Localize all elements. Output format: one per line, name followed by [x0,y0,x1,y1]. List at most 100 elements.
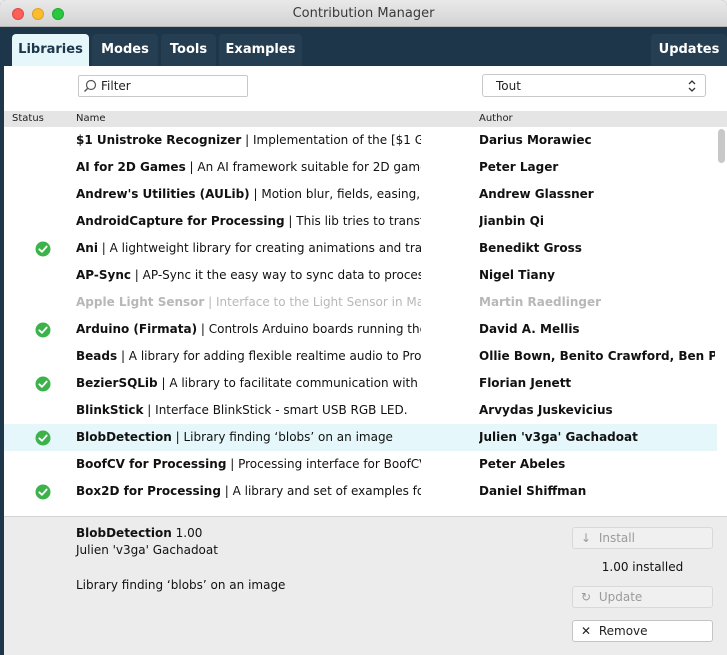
library-name: BlobDetection [76,430,172,444]
contribution-manager-window: Contribution Manager Libraries Modes Too… [0,0,727,655]
library-name-cell: Box2D for Processing | A library and set… [76,484,421,498]
library-author: Florian Jenett [479,376,572,390]
library-name: Box2D for Processing [76,484,221,498]
check-circle-icon [35,430,51,446]
update-button[interactable]: ↻ Update [572,586,713,608]
library-description: | Library finding ‘blobs’ on an image [171,430,393,444]
tab-bar: Libraries Modes Tools Examples Updates [0,28,727,66]
name-column-header[interactable]: Name [76,113,106,124]
library-author: Peter Lager [479,160,559,174]
remove-button-label: Remove [598,624,648,638]
tab-examples[interactable]: Examples [219,34,302,66]
library-name-cell: AI for 2D Games | An AI framework suitab… [76,160,421,174]
check-circle-icon [35,376,51,392]
library-author: Julien 'v3ga' Gachadoat [479,430,638,444]
library-row[interactable]: AndroidCapture for Processing | This lib… [4,208,717,235]
library-name: AndroidCapture for Processing [76,214,285,228]
title-bar: Contribution Manager [0,0,727,27]
library-author: Daniel Shiffman [479,484,587,498]
library-description: | Implementation of the [$1 Gest... [245,133,421,147]
library-author: Ollie Bown, Benito Crawford, Ben Por... [479,349,715,363]
list-header: Status Name Author [4,111,727,127]
search-icon [84,79,97,92]
library-name-cell: $1 Unistroke Recognizer | Implementation… [76,133,421,147]
library-name-cell: BlobDetection | Library finding ‘blobs’ … [76,430,421,444]
check-circle-icon [35,241,51,257]
library-name-cell: Ani | A lightweight library for creating… [76,241,421,255]
details-panel: BlobDetection 1.00 Julien 'v3ga' Gachado… [4,516,727,655]
library-description: | An AI framework suitable for 2D games … [189,160,421,174]
library-row[interactable]: Andrew's Utilities (AULib) | Motion blur… [4,181,717,208]
status-column-header[interactable]: Status [12,113,44,124]
library-author: Arvydas Juskevicius [479,403,613,417]
update-button-label: Update [598,590,643,604]
library-name-cell: BoofCV for Processing | Processing inter… [76,457,421,471]
library-description: | Interface to the Light Sensor in MacB.… [208,295,421,309]
library-author: Andrew Glassner [479,187,594,201]
library-name-cell: AP-Sync | AP-Sync it the easy way to syn… [76,268,421,282]
library-name: BoofCV for Processing [76,457,227,471]
library-name: AI for 2D Games [76,160,186,174]
check-circle-icon [35,484,51,500]
library-row[interactable]: BlinkStick | Interface BlinkStick - smar… [4,397,717,424]
library-description: | A library for adding flexible realtime… [117,349,421,363]
library-row[interactable]: BlobDetection | Library finding ‘blobs’ … [4,424,717,451]
library-description: | A library to facilitate communication … [157,376,421,390]
author-column-header[interactable]: Author [479,113,513,124]
library-name-cell: Andrew's Utilities (AULib) | Motion blur… [76,187,421,201]
refresh-icon: ↻ [581,590,592,604]
library-row[interactable]: AI for 2D Games | An AI framework suitab… [4,154,717,181]
library-row[interactable]: Ani | A lightweight library for creating… [4,235,717,262]
install-button[interactable]: ↓ Install [572,527,713,549]
remove-button[interactable]: ✕ Remove [572,620,713,642]
chevron-updown-icon [688,80,696,92]
library-description: | Motion blur, fields, easing, w... [253,187,421,201]
libraries-panel: Filter Tout Status Name Author $1 Unistr… [4,66,727,655]
library-name-cell: Apple Light Sensor | Interface to the Li… [76,295,421,309]
library-name-cell: BezierSQLib | A library to facilitate co… [76,376,421,390]
scrollbar-thumb[interactable] [718,129,725,163]
library-author: Darius Morawiec [479,133,592,147]
library-list: $1 Unistroke Recognizer | Implementation… [4,127,717,516]
list-scrollbar[interactable] [717,127,727,516]
detail-version: 1.00 [175,526,203,540]
library-description: | Controls Arduino boards running the ..… [197,322,421,336]
library-description: | A library and set of examples for 2... [224,484,421,498]
tab-libraries[interactable]: Libraries [12,34,89,66]
library-author: Martin Raedlinger [479,295,602,309]
library-author: Benedikt Gross [479,241,582,255]
library-description: | Processing interface for BoofCV. [226,457,421,471]
library-name: AP-Sync [76,268,131,282]
library-author: Nigel Tiany [479,268,555,282]
check-circle-icon [35,322,51,338]
library-row[interactable]: Box2D for Processing | A library and set… [4,478,717,505]
library-name: Arduino (Firmata) [76,322,198,336]
library-row[interactable]: Apple Light Sensor | Interface to the Li… [4,289,717,316]
library-description: | Interface BlinkStick - smart USB RGB L… [143,403,408,417]
library-name: Apple Light Sensor [76,295,205,309]
library-row[interactable]: AP-Sync | AP-Sync it the easy way to syn… [4,262,717,289]
download-arrow-icon: ↓ [581,531,592,545]
library-name: BlinkStick [76,403,144,417]
library-name-cell: Beads | A library for adding flexible re… [76,349,421,363]
tab-updates[interactable]: Updates [651,34,727,66]
category-select[interactable]: Tout [482,74,706,97]
library-name: Ani [76,241,98,255]
window-title: Contribution Manager [292,6,435,21]
library-name: BezierSQLib [76,376,158,390]
library-author: Peter Abeles [479,457,566,471]
library-name-cell: Arduino (Firmata) | Controls Arduino boa… [76,322,421,336]
close-icon: ✕ [581,624,592,638]
library-row[interactable]: Arduino (Firmata) | Controls Arduino boa… [4,316,717,343]
tab-modes[interactable]: Modes [92,34,158,66]
library-description: | This lib tries to transfer ... [288,214,421,228]
tab-tools[interactable]: Tools [161,34,216,66]
filter-bar: Filter Tout [4,66,727,111]
library-row[interactable]: BezierSQLib | A library to facilitate co… [4,370,717,397]
library-row[interactable]: $1 Unistroke Recognizer | Implementation… [4,127,717,154]
library-row[interactable]: BoofCV for Processing | Processing inter… [4,451,717,478]
filter-input[interactable]: Filter [78,75,248,97]
library-author: Jianbin Qi [479,214,544,228]
library-row[interactable]: Beads | A library for adding flexible re… [4,343,717,370]
detail-description: Library finding ‘blobs’ on an image [76,578,286,592]
